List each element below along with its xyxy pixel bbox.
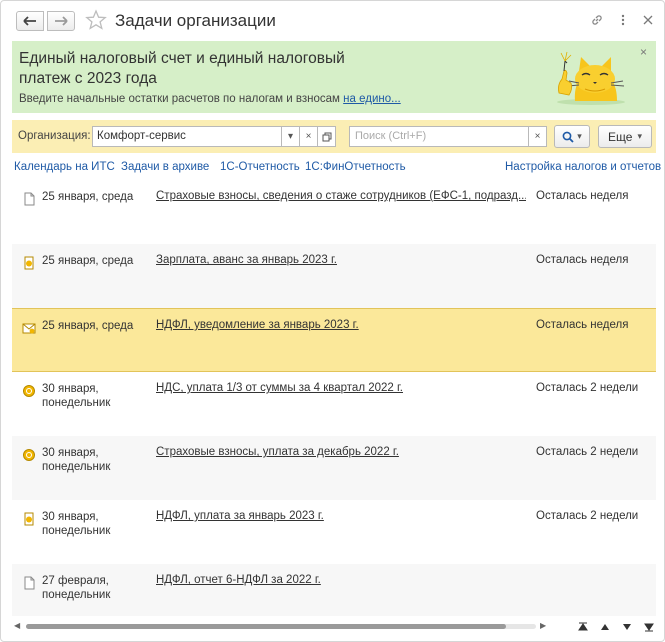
- link-calendar[interactable]: Календарь на ИТС: [14, 161, 115, 173]
- organization-clear-button[interactable]: ×: [299, 126, 318, 147]
- task-link[interactable]: НДФЛ, отчет 6-НДФЛ за 2022 г.: [156, 574, 526, 586]
- arrow-right-icon: [55, 16, 68, 26]
- table-row[interactable]: 30 января, понедельник Страховые взносы,…: [12, 436, 656, 500]
- table-row[interactable]: 30 января, понедельник НДС, уплата 1/3 о…: [12, 372, 656, 436]
- task-due: Осталась неделя: [536, 190, 629, 202]
- link-archive[interactable]: Задачи в архиве: [121, 161, 209, 173]
- chevron-down-icon: ▾: [287, 131, 294, 142]
- back-button[interactable]: [16, 11, 44, 31]
- payment-icon: [24, 512, 34, 526]
- document-icon: [24, 192, 35, 206]
- task-date: 30 января, понедельник: [42, 511, 111, 537]
- scroll-right-icon[interactable]: ▶: [540, 621, 546, 630]
- more-button[interactable]: Еще ▾: [598, 125, 652, 148]
- banner-text: Введите начальные остатки расчетов по на…: [19, 93, 401, 105]
- organization-dropdown-button[interactable]: ▾: [281, 126, 300, 147]
- table-row-selected[interactable]: 25 января, среда НДФЛ, уведомление за ян…: [12, 308, 656, 372]
- search-clear-button[interactable]: ×: [528, 126, 547, 147]
- forward-button[interactable]: [47, 11, 75, 31]
- coin-icon: [23, 385, 35, 397]
- coin-icon: [23, 449, 35, 461]
- scroll-top-icon[interactable]: [575, 620, 591, 634]
- task-link[interactable]: НДС, уплата 1/3 от суммы за 4 квартал 20…: [156, 382, 526, 394]
- document-icon: [24, 576, 35, 590]
- task-link[interactable]: Страховые взносы, сведения о стаже сотру…: [156, 190, 526, 202]
- link-settings[interactable]: Настройка налогов и отчетов: [505, 161, 661, 173]
- info-banner: Единый налоговый счет и единый налоговый…: [12, 41, 656, 113]
- horizontal-scrollbar[interactable]: ◀ ▶: [12, 621, 552, 631]
- task-date: 30 января, понедельник: [42, 383, 111, 409]
- table-row[interactable]: 25 января, среда Страховые взносы, сведе…: [12, 180, 656, 244]
- cat-mascot-icon: [557, 51, 625, 105]
- notice-icon: [22, 323, 36, 334]
- scroll-down-icon[interactable]: [619, 620, 635, 634]
- main-window: Задачи организации Единый налоговый счет…: [0, 0, 665, 642]
- task-date: 30 января, понедельник: [42, 447, 111, 473]
- scroll-thumb[interactable]: [26, 624, 506, 629]
- more-vertical-icon[interactable]: [614, 11, 632, 29]
- link-icon[interactable]: [588, 11, 606, 29]
- organization-open-button[interactable]: [317, 126, 336, 147]
- task-date: 25 января, среда: [42, 191, 134, 203]
- list-navigation: [575, 620, 659, 634]
- task-date: 25 января, среда: [42, 255, 134, 267]
- banner-close-button[interactable]: ×: [640, 45, 647, 59]
- clear-icon: ×: [305, 131, 312, 142]
- table-row[interactable]: 27 февраля, понедельник НДФЛ, отчет 6-НД…: [12, 564, 656, 616]
- more-button-label: Еще: [608, 129, 633, 144]
- table-row[interactable]: 30 января, понедельник НДФЛ, уплата за я…: [12, 500, 656, 564]
- organization-field[interactable]: Комфорт-сервис: [92, 126, 282, 147]
- task-list: 25 января, среда Страховые взносы, сведе…: [12, 180, 656, 616]
- favorite-star-icon[interactable]: [85, 9, 107, 31]
- links-row: Календарь на ИТС Задачи в архиве 1С-Отче…: [14, 161, 661, 177]
- scroll-bottom-icon[interactable]: [641, 620, 657, 634]
- payment-icon: [24, 256, 34, 270]
- task-date: 25 января, среда: [42, 320, 134, 332]
- task-link[interactable]: НДФЛ, уведомление за январь 2023 г.: [156, 319, 526, 331]
- banner-title: Единый налоговый счет и единый налоговый…: [19, 50, 345, 87]
- task-due: Осталась неделя: [536, 254, 629, 266]
- link-finreporting[interactable]: 1С:ФинОтчетность: [305, 161, 406, 173]
- task-due: Осталась неделя: [536, 319, 629, 331]
- search-icon: [562, 131, 574, 143]
- table-row[interactable]: 25 января, среда Зарплата, аванс за янва…: [12, 244, 656, 308]
- search-button[interactable]: ▾: [554, 125, 590, 148]
- banner-text-label: Введите начальные остатки расчетов по на…: [19, 93, 344, 105]
- filter-bar: Организация: Комфорт-сервис ▾ × Поиск (C…: [12, 120, 656, 153]
- task-link[interactable]: Страховые взносы, уплата за декабрь 2022…: [156, 446, 526, 458]
- arrow-left-icon: [23, 16, 36, 26]
- task-date: 27 февраля, понедельник: [42, 575, 111, 601]
- task-due: Осталась 2 недели: [536, 382, 639, 394]
- chevron-down-icon: ▾: [637, 131, 642, 141]
- task-due: Осталась 2 недели: [536, 446, 639, 458]
- scroll-up-icon[interactable]: [597, 620, 613, 634]
- open-window-icon: [322, 132, 331, 141]
- clear-icon: ×: [534, 131, 541, 142]
- task-due: Осталась 2 недели: [536, 510, 639, 522]
- search-input[interactable]: Поиск (Ctrl+F): [349, 126, 529, 147]
- close-window-icon[interactable]: [639, 11, 657, 29]
- link-reporting[interactable]: 1С-Отчетность: [220, 161, 300, 173]
- chevron-down-icon: ▾: [577, 131, 582, 141]
- task-link[interactable]: НДФЛ, уплата за январь 2023 г.: [156, 510, 526, 522]
- organization-label: Организация:: [18, 130, 91, 142]
- title-bar: Задачи организации: [1, 1, 664, 39]
- scroll-left-icon[interactable]: ◀: [14, 621, 20, 630]
- banner-link[interactable]: на едино...: [343, 93, 401, 105]
- page-title: Задачи организации: [115, 11, 276, 30]
- task-link[interactable]: Зарплата, аванс за январь 2023 г.: [156, 254, 526, 266]
